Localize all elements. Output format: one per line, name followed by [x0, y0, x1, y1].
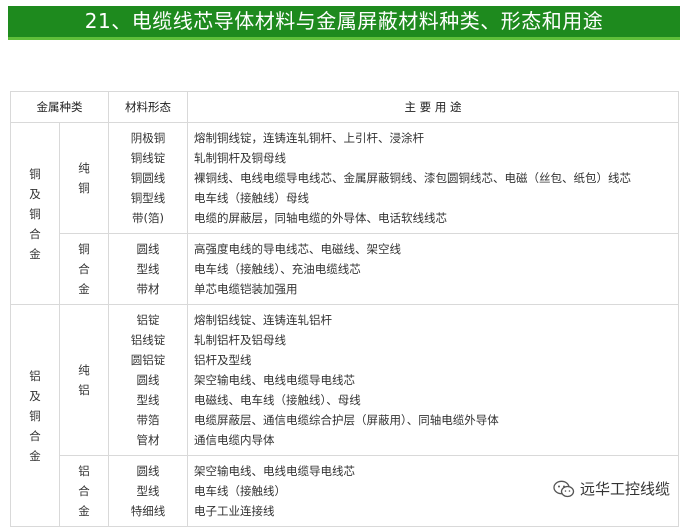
forms-cell: 铝锭铝线锭圆铝锭圆线型线带箔管材: [108, 304, 188, 456]
vertical-label: 纯铜: [78, 161, 90, 195]
vertical-label: 铜合金: [78, 242, 90, 296]
use-text: 电车线（接触线）、充油电缆线芯: [194, 262, 361, 276]
vertical-label: 铝及铜合金: [29, 368, 41, 463]
header-metal-type: 金属种类: [10, 91, 109, 123]
watermark-text: 远华工控线缆: [579, 480, 670, 498]
wechat-icon: [553, 480, 575, 497]
forms-cell: 圆线 型线 带材: [108, 233, 188, 305]
material-form: 特细线: [130, 504, 166, 518]
uses-cell: 熔制铝线锭、连铸连轧铝杆 轧制铝杆及铝母线 铝杆及型线 架空输电线、电线电缆导电线芯电…: [187, 304, 679, 456]
material-form: 铝锭: [136, 313, 160, 327]
use-text: 电磁线、电车线（接触线）、母线: [194, 393, 361, 407]
forms-cell: 阴极铜铜线锭铜圆线铜型线带(箔): [108, 122, 188, 234]
table-header-row: 金属种类 材料形态 主 要 用 途: [10, 91, 679, 123]
subcategory-cell: 铜合金: [59, 233, 109, 305]
material-form: 铜线锭: [130, 151, 166, 165]
material-form: 型线: [136, 262, 160, 276]
material-form: 圆线: [136, 242, 160, 256]
category-cell: 铜及铜合金: [10, 122, 60, 305]
subcategory-cell: 纯铝: [59, 304, 109, 456]
uses-cell: 高强度电线的导电线芯、电磁线、架空线 电车线（接触线）、充油电缆线芯 单芯电缆铠装加…: [187, 233, 679, 305]
use-text: 架空输电线、电线电缆导电线芯: [194, 373, 355, 387]
use-text: 电车线（接触线）母线: [194, 191, 309, 205]
material-form: 铝线锭: [130, 333, 166, 347]
use-text: 电子工业连接线: [194, 504, 275, 518]
material-form: 阴极铜: [130, 131, 166, 145]
use-text: 高强度电线的导电线芯、电磁线、架空线: [194, 242, 401, 256]
use-text: 电缆的屏蔽层，同轴电缆的外导体、电话软线线芯: [194, 211, 447, 225]
uses-cell: 熔制铜线锭，连铸连轧铜杆、上引杆、浸涂杆 轧制铜杆及铜母线裸铜线、电线电缆导电线芯…: [187, 122, 679, 234]
material-form: 型线: [136, 393, 160, 407]
subcategory-cell: 纯铜: [59, 122, 109, 234]
use-text: 轧制铝杆及铝母线: [194, 333, 286, 347]
table-row: 铝及铜合金纯铝铝锭 铝线锭 圆铝锭 圆线 型线 带箔 管材 熔制铝线锭、连铸连轧铝杆 轧制铝杆及…: [10, 304, 679, 527]
use-text: 熔制铜线锭，连铸连轧铜杆、上引杆、浸涂杆: [194, 131, 424, 145]
table-row: 铜及铜合金纯铜阴极铜 铜线锭 铜圆线 铜型线 带(箔) 熔制铜线锭，连铸连轧铜杆、上引杆、…: [10, 122, 679, 305]
use-text: 单芯电缆铠装加强用: [194, 282, 298, 296]
material-form: 带(箔): [132, 211, 164, 225]
vertical-label: 铜及铜合金: [29, 166, 41, 261]
header-main-uses: 主 要 用 途: [187, 91, 679, 123]
table-row: 铜合金圆线 型线 带材 高强度电线的导电线芯、电磁线、架空线 电车线（接触线）、充油电缆…: [11, 233, 679, 305]
use-text: 铝杆及型线: [194, 353, 252, 367]
material-form: 圆线: [136, 464, 160, 478]
use-text: 通信电缆内导体: [194, 433, 275, 447]
material-form: 带材: [136, 282, 160, 296]
materials-table: 金属种类 材料形态 主 要 用 途 铜及铜合金纯铜阴极铜 铜线锭 铜圆线 铜型线 带(箔…: [10, 91, 679, 527]
use-text: 轧制铜杆及铜母线: [194, 151, 286, 165]
material-form: 管材: [136, 433, 160, 447]
vertical-label: 纯铝: [78, 363, 90, 397]
use-text: 电缆屏蔽层、通信电缆综合护层（屏蔽用）、同轴电缆外导体: [194, 413, 499, 427]
material-form: 带箔: [136, 413, 160, 427]
category-cell: 铝及铜合金: [10, 304, 60, 527]
title-banner: 21、电缆线芯导体材料与金属屏蔽材料种类、形态和用途: [8, 6, 680, 40]
page-title: 21、电缆线芯导体材料与金属屏蔽材料种类、形态和用途: [84, 9, 604, 33]
material-form: 圆线: [136, 373, 160, 387]
material-form: 圆铝锭: [130, 353, 166, 367]
watermark: 远华工控线缆: [548, 476, 674, 501]
vertical-label: 铝合金: [78, 464, 90, 518]
subcategory-cell: 铝合金: [59, 455, 109, 527]
material-form: 铜圆线: [130, 171, 166, 185]
material-form: 型线: [136, 484, 160, 498]
use-text: 裸铜线、电线电缆导电线芯、金属屏蔽铜线、漆包圆铜线芯、电磁（丝包、纸包）线芯: [194, 171, 631, 185]
header-material-form: 材料形态: [108, 91, 188, 123]
forms-cell: 圆线 型线 特细线: [108, 455, 188, 527]
material-form: 铜型线: [130, 191, 166, 205]
use-text: 熔制铝线锭、连铸连轧铝杆: [194, 313, 332, 327]
